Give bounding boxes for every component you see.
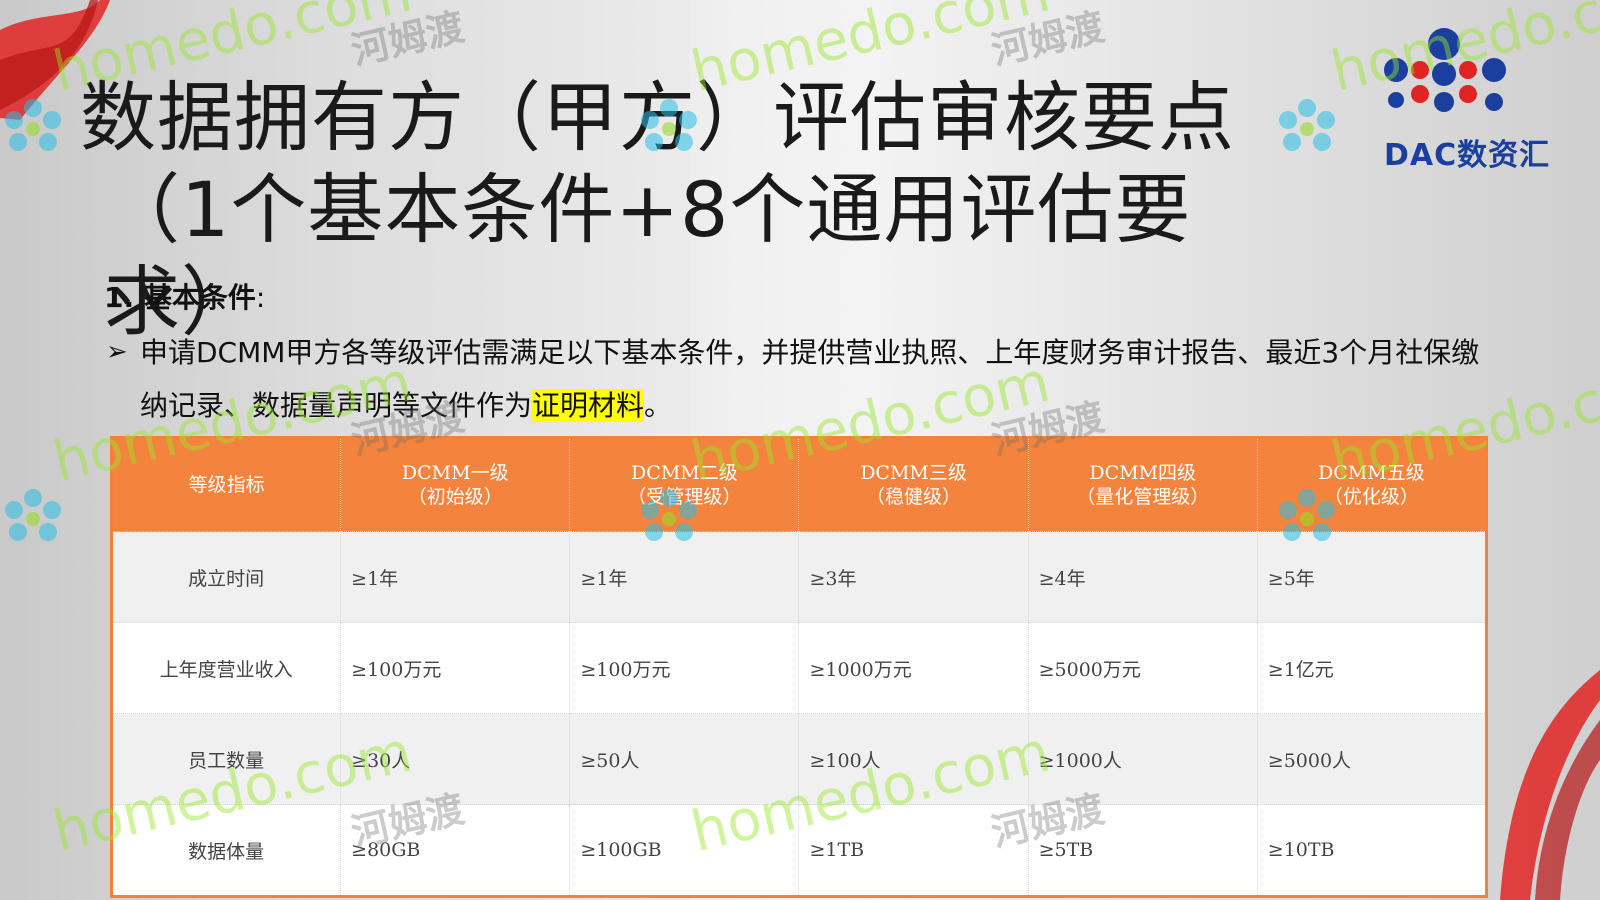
level-sub: （受管理级）: [627, 486, 742, 508]
level-name: DCMM五级: [1318, 462, 1425, 484]
level-sub: （量化管理级）: [1076, 486, 1210, 508]
level-name: DCMM四级: [1089, 462, 1197, 484]
watermark-cn-text: 河姆渡: [347, 4, 469, 74]
header-corner-cell: 等级指标: [111, 437, 342, 532]
table-row-revenue: 上年度营业收入 ≥100万元 ≥100万元 ≥1000万元 ≥5000万元 ≥1…: [111, 622, 1487, 714]
level-name: DCMM二级: [631, 462, 738, 484]
table-row-employees: 员工数量 ≥30人 ≥50人 ≥100人 ≥1000人 ≥5000人: [111, 713, 1487, 805]
table-row-data-volume: 数据体量 ≥80GB ≥100GB ≥1TB ≥5TB ≥10TB: [111, 804, 1487, 897]
row-label: 成立时间: [111, 531, 342, 623]
table-cell: ≥80GB: [340, 804, 571, 897]
row-label: 员工数量: [111, 713, 342, 805]
table-cell: ≥30人: [340, 713, 571, 805]
logo-text: DAC数资汇: [1384, 138, 1551, 173]
header-level-1: DCMM一级 （初始级）: [340, 437, 571, 532]
header-level-2: DCMM二级 （受管理级）: [569, 437, 800, 532]
requirements-paragraph: ➢ 申请DCMM甲方各等级评估需满足以下基本条件，并提供营业执照、上年度财务审计…: [106, 326, 1486, 432]
header-level-3: DCMM三级 （稳健级）: [798, 437, 1029, 532]
table-cell: ≥100万元: [340, 622, 571, 714]
section-heading: 1. 基本条件:: [104, 276, 265, 316]
title-line-2: （1个基本条件+8个通用评估要求）: [104, 165, 1192, 346]
table-cell: ≥10TB: [1257, 804, 1487, 897]
watermark-cn-text: 河姆渡: [987, 4, 1109, 74]
level-sub: （稳健级）: [866, 486, 962, 508]
table-cell: ≥1年: [340, 531, 571, 623]
table-cell: ≥5TB: [1028, 804, 1258, 897]
highlighted-text: 证明材料: [532, 389, 645, 422]
header-level-5: DCMM五级 （优化级）: [1257, 437, 1487, 532]
section-title: 基本条件: [143, 281, 256, 314]
table-cell: ≥100万元: [569, 622, 800, 714]
paragraph-text: 申请DCMM甲方各等级评估需满足以下基本条件，并提供营业执照、上年度财务审计报告…: [140, 336, 1480, 422]
row-label: 上年度营业收入: [111, 622, 342, 714]
table-cell: ≥1亿元: [1257, 622, 1487, 714]
row-label: 数据体量: [111, 804, 342, 897]
table-cell: ≥4年: [1028, 531, 1258, 623]
table-cell: ≥50人: [569, 713, 800, 805]
table-cell: ≥1TB: [798, 804, 1029, 897]
table-cell: ≥5000人: [1257, 713, 1487, 805]
red-ribbon-decoration-bottom-right: [1500, 670, 1600, 900]
dcmm-criteria-table: 等级指标 DCMM一级 （初始级） DCMM二级 （受管理级） DCMM三级 （稳健级…: [110, 436, 1488, 898]
table-cell: ≥5000万元: [1028, 622, 1258, 714]
paragraph-body: 申请DCMM甲方各等级评估需满足以下基本条件，并提供营业执照、上年度财务审计报告…: [106, 326, 1486, 432]
table-cell: ≥5年: [1257, 531, 1487, 623]
level-sub: （优化级）: [1323, 486, 1419, 508]
table-cell: ≥3年: [798, 531, 1029, 623]
section-number: 1.: [104, 281, 135, 314]
table-cell: ≥1000人: [1028, 713, 1258, 805]
level-name: DCMM一级: [401, 462, 509, 484]
section-colon: :: [255, 281, 266, 314]
table-row-established: 成立时间 ≥1年 ≥1年 ≥3年 ≥4年 ≥5年: [111, 531, 1487, 623]
watermark-flower-icon: [5, 489, 61, 541]
paragraph-end: 。: [644, 389, 673, 422]
level-sub: （初始级）: [407, 486, 503, 508]
table-cell: ≥1年: [569, 531, 800, 623]
table-cell: ≥1000万元: [798, 622, 1029, 714]
table-cell: ≥100人: [798, 713, 1029, 805]
arrow-bullet-icon: ➢: [106, 337, 128, 367]
table-header-row: 等级指标 DCMM一级 （初始级） DCMM二级 （受管理级） DCMM三级 （稳健级…: [111, 437, 1487, 532]
header-level-4: DCMM四级 （量化管理级）: [1028, 437, 1258, 532]
table-cell: ≥100GB: [569, 804, 800, 897]
title-line-1: 数据拥有方（甲方）评估审核要点: [80, 73, 1235, 162]
level-name: DCMM三级: [860, 462, 967, 484]
